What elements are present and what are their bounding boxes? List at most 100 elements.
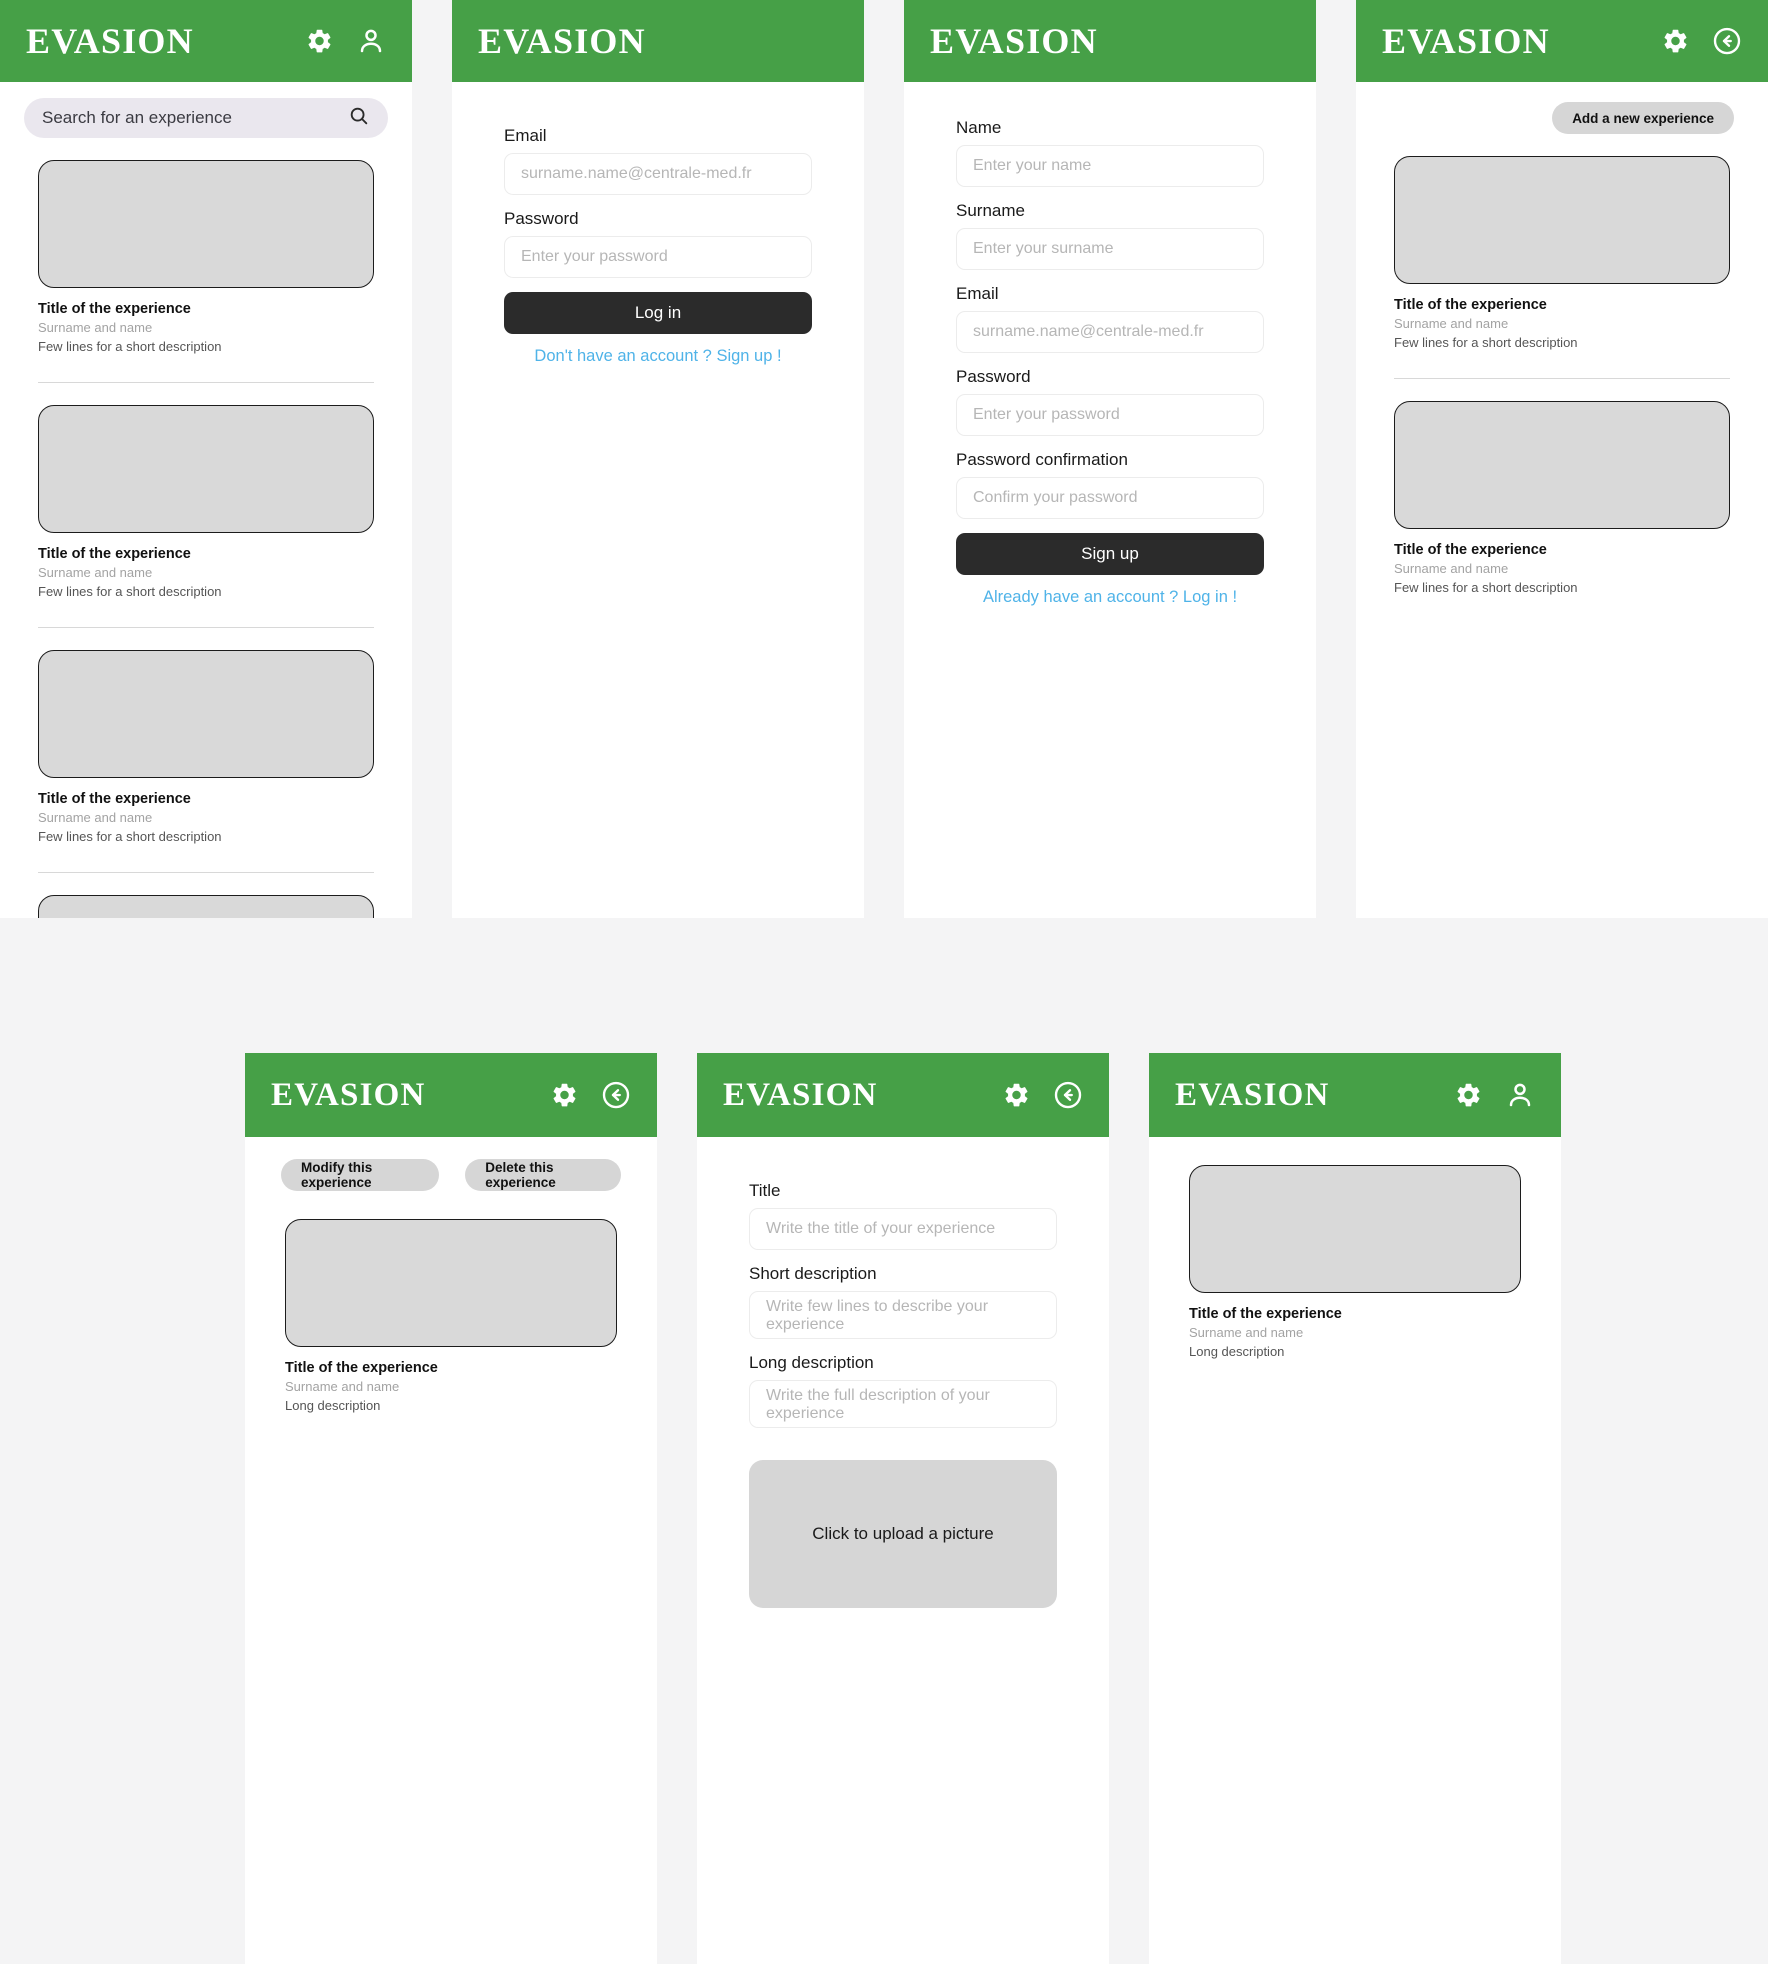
experience-thumbnail[interactable] [1394,401,1730,529]
experience-list: Title of the experience Surname and name… [0,138,412,918]
gear-icon[interactable] [1660,26,1690,56]
signup-button[interactable]: Sign up [956,533,1264,575]
search-input[interactable]: Search for an experience [24,98,388,138]
signup-form: Name Enter your name Surname Enter your … [904,82,1316,607]
modify-experience-button[interactable]: Modify this experience [281,1159,440,1191]
email-field[interactable]: surname.name@centrale-med.fr [504,153,812,195]
screen-home: EVASION Search for an experience Title o… [0,0,412,918]
screen-experience-editor: EVASION Title Write the title of your ex… [697,1053,1109,1964]
password-placeholder: Enter your password [521,248,668,265]
experience-description: Long description [1189,1344,1285,1359]
gear-icon[interactable] [1453,1080,1483,1110]
gear-icon[interactable] [1001,1080,1031,1110]
list-item[interactable] [38,872,374,918]
add-experience-row: Add a new experience [1356,82,1768,134]
header-actions [1453,1080,1535,1110]
experience-title: Title of the experience [285,1360,438,1376]
long-description-field[interactable]: Write the full description of your exper… [749,1380,1057,1428]
password-confirmation-label: Password confirmation [956,450,1128,469]
experience-thumbnail[interactable] [38,160,374,288]
gear-icon[interactable] [549,1080,579,1110]
experience-description: Few lines for a short description [38,339,222,354]
app-logo: EVASION [930,21,1098,61]
screen-login: EVASION Email surname.name@centrale-med.… [452,0,864,918]
experience-actions: Modify this experience Delete this exper… [245,1137,657,1191]
experience-title: Title of the experience [1394,297,1547,313]
app-logo: EVASION [26,21,194,61]
experience-thumbnail[interactable] [1189,1165,1521,1293]
experience-thumbnail[interactable] [38,405,374,533]
app-logo: EVASION [1175,1076,1330,1113]
password-label: Password [504,209,579,228]
email-placeholder: surname.name@centrale-med.fr [521,165,752,182]
app-header: EVASION [1149,1053,1561,1137]
experience-author: Surname and name [38,320,153,335]
app-header: EVASION [697,1053,1109,1137]
app-logo: EVASION [1382,21,1550,61]
person-icon[interactable] [1505,1080,1535,1110]
delete-experience-button[interactable]: Delete this experience [465,1159,621,1191]
back-arrow-icon[interactable] [1053,1080,1083,1110]
experience-description: Few lines for a short description [1394,335,1578,350]
picture-upload-area[interactable]: Click to upload a picture [749,1460,1057,1608]
experience-form: Title Write the title of your experience… [697,1137,1109,1428]
short-description-field[interactable]: Write few lines to describe your experie… [749,1291,1057,1339]
email-label: Email [504,126,547,145]
name-field[interactable]: Enter your name [956,145,1264,187]
app-header: EVASION [245,1053,657,1137]
back-arrow-icon[interactable] [1712,26,1742,56]
title-placeholder: Write the title of your experience [766,1220,996,1237]
experience-author: Surname and name [1394,316,1509,331]
app-header: EVASION [904,0,1316,82]
list-item[interactable]: Title of the experience Surname and name… [1394,134,1730,364]
add-experience-button[interactable]: Add a new experience [1552,102,1734,134]
app-logo: EVASION [271,1076,426,1113]
list-item[interactable]: Title of the experience Surname and name… [38,138,374,368]
experience-thumbnail[interactable] [1394,156,1730,284]
login-link[interactable]: Already have an account ? Log in ! [956,588,1264,607]
gear-icon[interactable] [304,26,334,56]
short-description-placeholder: Write few lines to describe your experie… [766,1297,989,1333]
app-logo: EVASION [478,21,646,61]
screen-my-experiences: EVASION Add a new experience Title of th… [1356,0,1768,918]
password-field[interactable]: Enter your password [956,394,1264,436]
experience-author: Surname and name [38,565,153,580]
header-actions [1001,1080,1083,1110]
list-item[interactable]: Title of the experience Surname and name… [38,627,374,858]
experience-thumbnail[interactable] [38,895,374,918]
password-confirmation-placeholder: Confirm your password [973,489,1138,506]
app-header: EVASION [452,0,864,82]
name-placeholder: Enter your name [973,157,1092,174]
password-confirmation-field[interactable]: Confirm your password [956,477,1264,519]
experience-thumbnail[interactable] [38,650,374,778]
email-field[interactable]: surname.name@centrale-med.fr [956,311,1264,353]
experience-title: Title of the experience [1189,1306,1342,1322]
surname-field[interactable]: Enter your surname [956,228,1264,270]
header-actions [549,1080,631,1110]
long-description-placeholder: Write the full description of your exper… [766,1386,990,1422]
signup-link[interactable]: Don't have an account ? Sign up ! [504,347,812,366]
experience-title: Title of the experience [38,546,191,562]
email-placeholder: surname.name@centrale-med.fr [973,323,1204,340]
login-button[interactable]: Log in [504,292,812,334]
search-placeholder: Search for an experience [42,108,232,127]
experience-author: Surname and name [38,810,153,825]
experience-thumbnail[interactable] [285,1219,617,1347]
header-actions [304,26,386,56]
experience-author: Surname and name [1394,561,1509,576]
short-description-label: Short description [749,1264,877,1283]
list-item[interactable]: Title of the experience Surname and name… [1394,378,1730,609]
password-placeholder: Enter your password [973,406,1120,423]
password-label: Password [956,367,1031,386]
password-field[interactable]: Enter your password [504,236,812,278]
back-arrow-icon[interactable] [601,1080,631,1110]
title-field[interactable]: Write the title of your experience [749,1208,1057,1250]
experience-description: Few lines for a short description [38,829,222,844]
search-icon[interactable] [348,105,370,132]
experience-title: Title of the experience [38,791,191,807]
experience-description: Few lines for a short description [38,584,222,599]
my-experience-list: Title of the experience Surname and name… [1356,134,1768,609]
person-icon[interactable] [356,26,386,56]
experience-description: Long description [285,1398,381,1413]
list-item[interactable]: Title of the experience Surname and name… [38,382,374,613]
